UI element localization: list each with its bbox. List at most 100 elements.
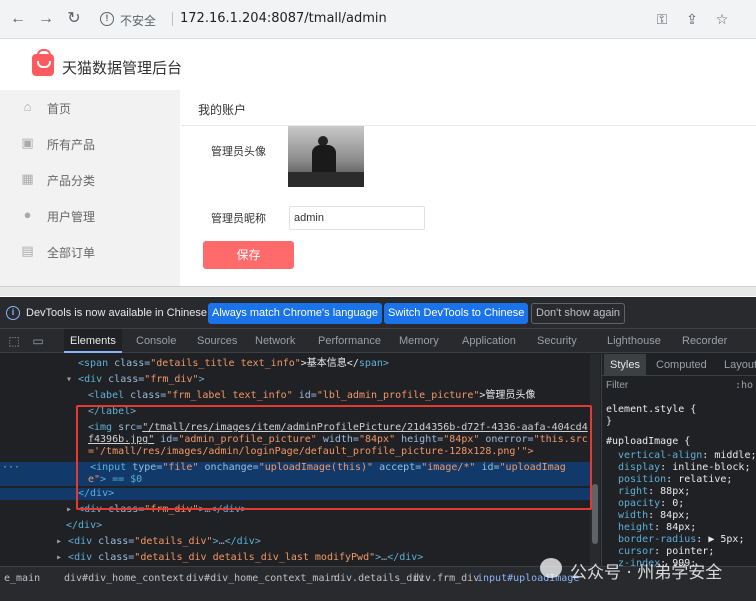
avatar-label: 管理员头像 (211, 146, 266, 158)
sidebar-item-products[interactable]: ▣ 所有产品 (0, 126, 180, 162)
admin-avatar-image[interactable] (288, 126, 364, 187)
tab-elements[interactable]: Elements (64, 329, 122, 353)
product-icon: ▣ (21, 135, 34, 150)
breadcrumb-item-current[interactable]: input#uploadImage (477, 573, 579, 584)
dom-node-img-onerror[interactable]: ='/tmall/res/images/admin/loginPage/defa… (0, 446, 600, 458)
nickname-label: 管理员昵称 (211, 213, 266, 225)
dom-node-div-close-2[interactable]: </div> (0, 520, 600, 532)
sidebar-item-label: 全部订单 (47, 246, 96, 260)
dom-node-div-frm-collapsed[interactable]: ▸ <div class="frm_div">…</div> (0, 504, 600, 516)
category-icon: ▦ (21, 171, 34, 186)
tab-computed[interactable]: Computed (656, 354, 707, 376)
device-toolbar-icon[interactable]: ▭ (30, 333, 46, 349)
avatar-body (312, 145, 336, 175)
dom-node-div-frm[interactable]: ▾ <div class="frm_div"> (0, 374, 600, 386)
dom-node-details-div-last[interactable]: ▸ <div class="details_div details_div_la… (0, 552, 600, 564)
tab-memory[interactable]: Memory (399, 329, 439, 353)
switch-to-chinese-button[interactable]: Switch DevTools to Chinese (384, 303, 529, 324)
reload-icon[interactable]: ↻ (64, 9, 84, 29)
sidebar-item-users[interactable]: ● 用户管理 (0, 198, 180, 234)
dom-node-span-details-title[interactable]: <span class="details_title text_info">基本… (0, 358, 600, 370)
key-icon[interactable]: ⚿ (652, 9, 672, 29)
dom-node-img[interactable]: <img src="/tmall/res/images/item/adminPr… (0, 422, 600, 434)
order-icon: ▤ (21, 243, 34, 258)
dom-node-input-upload[interactable]: ··· <input type="file" onchange="uploadI… (0, 462, 600, 474)
back-arrow-icon[interactable]: ← (8, 9, 28, 29)
wechat-logo-icon (540, 558, 562, 578)
devtools-panel: i DevTools is now available in Chinese! … (0, 297, 756, 601)
css-property[interactable]: width: 84px; (618, 510, 690, 522)
dont-show-again-button[interactable]: Don't show again (531, 303, 626, 324)
sidebar-item-label: 用户管理 (47, 210, 96, 224)
elements-tree: <span class="details_title text_info">基本… (0, 354, 600, 566)
star-icon[interactable]: ☆ (712, 9, 732, 29)
nickname-input[interactable] (289, 206, 425, 230)
forward-arrow-icon[interactable]: → (36, 9, 56, 29)
css-property[interactable]: right: 88px; (618, 486, 690, 498)
page-horizontal-scrollbar[interactable] (0, 286, 756, 296)
dom-node-label-close[interactable]: </label> (0, 406, 600, 418)
inspect-element-icon[interactable]: ⬚ (6, 333, 22, 349)
language-notice-bar: i DevTools is now available in Chinese! … (0, 297, 756, 329)
element-style-close: } (606, 416, 613, 427)
tab-sources[interactable]: Sources (197, 329, 237, 353)
css-property[interactable]: cursor: pointer; (618, 546, 714, 558)
sidebar-item-label: 产品分类 (47, 174, 96, 188)
share-icon[interactable]: ⇪ (682, 9, 702, 29)
tab-styles[interactable]: Styles (604, 354, 646, 376)
warning-icon[interactable]: ! (100, 12, 114, 26)
watermark-text: 公众号 · 州弟学安全 (570, 563, 723, 583)
sidebar-item-orders[interactable]: ▤ 全部订单 (0, 234, 180, 270)
sidebar-item-categories[interactable]: ▦ 产品分类 (0, 162, 180, 198)
tab-recorder[interactable]: Recorder (682, 329, 727, 353)
avatar-ground (288, 172, 364, 187)
css-property[interactable]: vertical-align: middle; (618, 450, 756, 462)
hover-state-toggle[interactable]: :ho (735, 380, 753, 391)
css-property[interactable]: opacity: 0; (618, 498, 684, 510)
breadcrumb-item[interactable]: div.details_div (334, 573, 424, 584)
save-button[interactable]: 保存 (203, 241, 294, 269)
insecure-label[interactable]: 不安全 (120, 12, 156, 29)
browser-toolbar: ← → ↻ ! 不安全 172.16.1.204:8087/tmall/admi… (0, 0, 756, 39)
dom-node-details-div[interactable]: ▸ <div class="details_div">…</div> (0, 536, 600, 548)
tab-network[interactable]: Network (255, 329, 295, 353)
sidebar-item-home[interactable]: ⌂ 首页 (0, 90, 180, 126)
breadcrumb-item[interactable]: div#div_home_context_main (186, 573, 337, 584)
tab-performance[interactable]: Performance (318, 329, 381, 353)
dom-node-input-upload-cont[interactable]: e"> == $0 (0, 474, 600, 486)
upload-image-selector[interactable]: #uploadImage { (606, 436, 690, 448)
page-title: 我的账户 (198, 103, 247, 117)
sidebar-item-label: 首页 (47, 102, 72, 116)
tab-console[interactable]: Console (136, 329, 176, 353)
dom-node-img-cont[interactable]: f4396b.jpg" id="admin_profile_picture" w… (0, 434, 600, 446)
tab-security[interactable]: Security (537, 329, 577, 353)
devtools-tabbar: ⬚ ▭ Elements Console Sources Network Per… (0, 329, 756, 353)
address-bar[interactable]: ! 不安全 172.16.1.204:8087/tmall/admin ⚿ ⇪ … (94, 6, 746, 33)
element-style-rule[interactable]: element.style { (606, 404, 696, 416)
shopping-bag-logo-icon (32, 49, 54, 76)
dom-node-label[interactable]: <label class="frm_label text_info" id="l… (0, 390, 600, 402)
breadcrumb-item[interactable]: div#div_home_context (64, 573, 184, 584)
url-text[interactable]: 172.16.1.204:8087/tmall/admin (180, 11, 387, 26)
styles-filter-input[interactable]: Filter (606, 380, 628, 391)
user-icon: ● (23, 207, 32, 222)
account-title-bar: 我的账户 (181, 90, 756, 126)
sidebar-item-label: 所有产品 (47, 138, 96, 152)
elements-scrollbar[interactable] (590, 354, 600, 566)
address-separator (172, 12, 173, 26)
match-language-button[interactable]: Always match Chrome's language (208, 303, 382, 324)
css-property[interactable]: border-radius: ▶ 5px; (618, 534, 744, 546)
dom-node-div-close[interactable]: </div> (0, 488, 600, 500)
sidebar: ⌂ 首页 ▣ 所有产品 ▦ 产品分类 ● 用户管理 ▤ 全部订单 (0, 90, 180, 286)
tab-layout[interactable]: Layout (724, 354, 756, 376)
breadcrumb-item[interactable]: div.frm_div (413, 573, 479, 584)
styles-pane: Styles Computed Layout Filter :ho elemen… (601, 354, 756, 566)
css-property[interactable]: position: relative; (618, 474, 732, 486)
styles-tabbar: Styles Computed Layout (602, 354, 756, 376)
css-property[interactable]: height: 84px; (618, 522, 696, 534)
tab-application[interactable]: Application (462, 329, 516, 353)
elements-scroll-thumb[interactable] (592, 484, 598, 544)
breadcrumb-item[interactable]: e_main (4, 573, 40, 584)
css-property[interactable]: display: inline-block; (618, 462, 750, 474)
tab-lighthouse[interactable]: Lighthouse (607, 329, 661, 353)
